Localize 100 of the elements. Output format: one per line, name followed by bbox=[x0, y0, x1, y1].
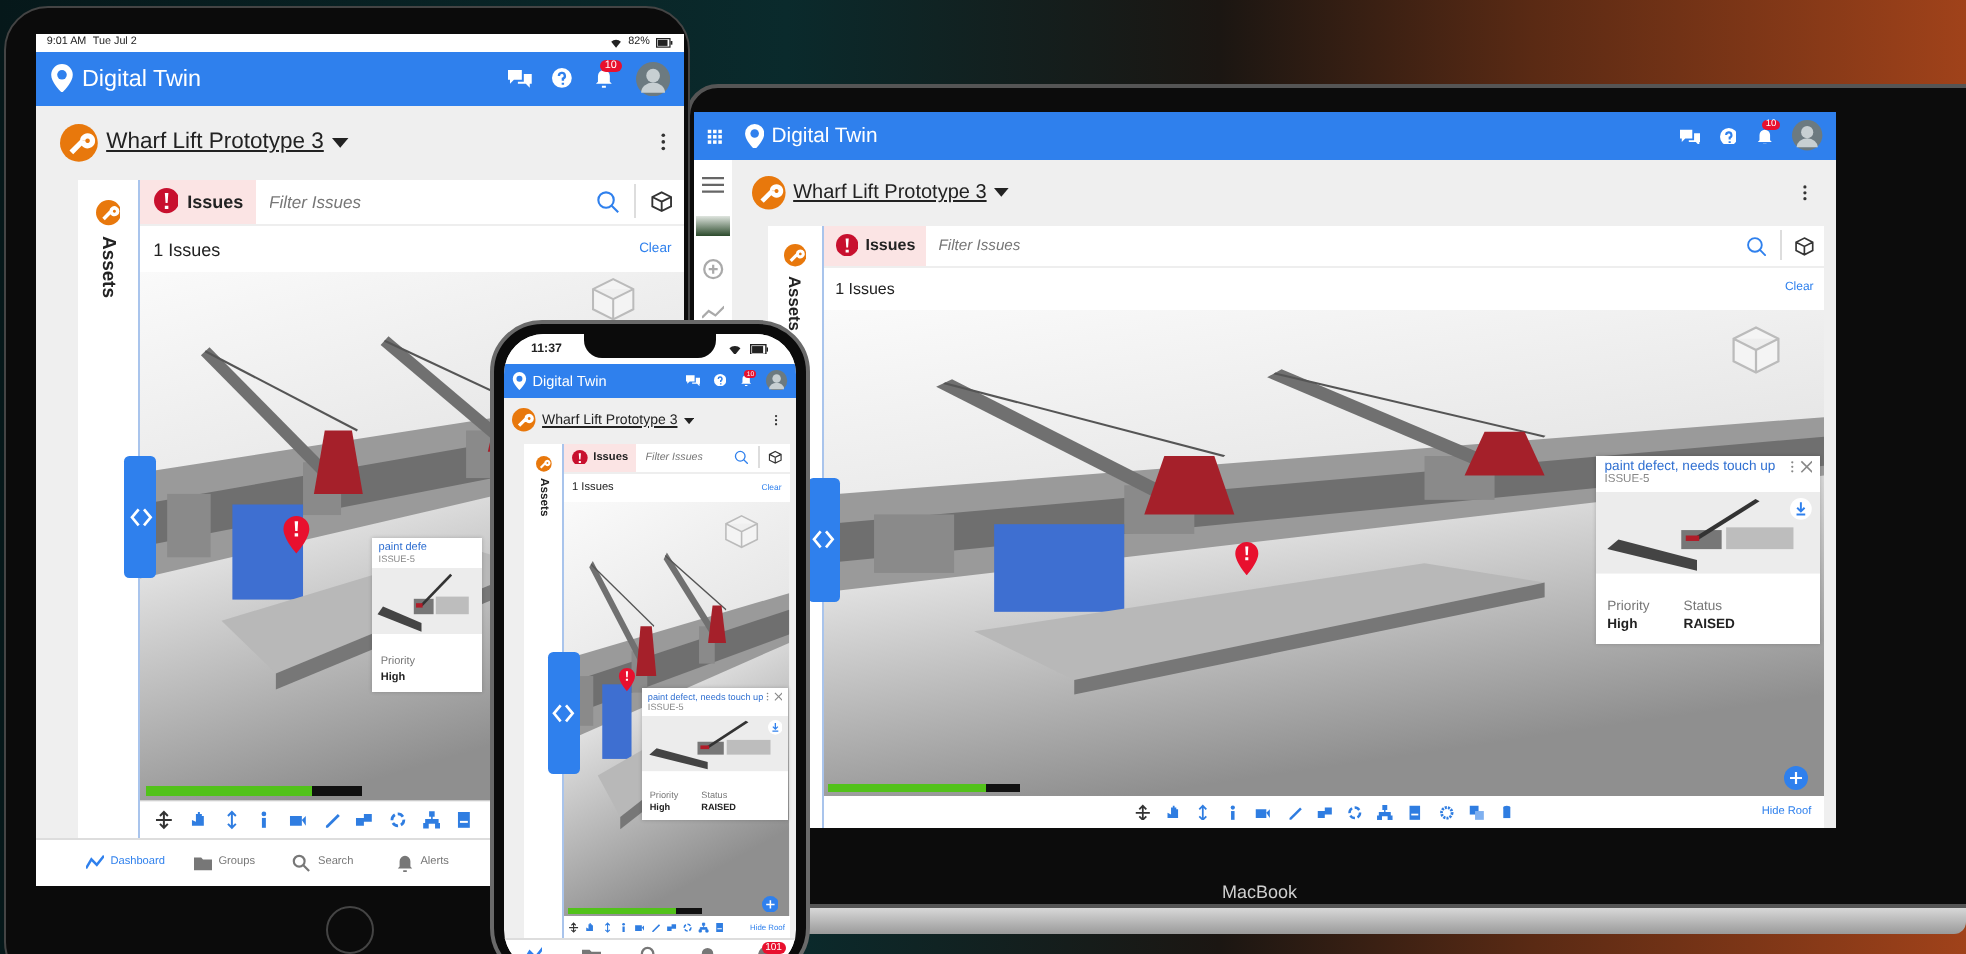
wrench-icon bbox=[59, 123, 98, 162]
wrench-icon bbox=[783, 244, 806, 268]
rotate-icon[interactable] bbox=[1345, 803, 1364, 821]
bell-icon[interactable] bbox=[594, 68, 614, 89]
alert-icon bbox=[153, 188, 179, 215]
vertical-arrows-icon[interactable] bbox=[221, 809, 242, 830]
gear-icon[interactable] bbox=[1437, 803, 1455, 821]
chat-icon[interactable] bbox=[686, 374, 701, 387]
layers-icon[interactable] bbox=[1467, 803, 1486, 821]
kebab-menu-icon[interactable] bbox=[659, 132, 666, 153]
rotate-icon[interactable] bbox=[387, 809, 408, 830]
cube-icon[interactable] bbox=[649, 189, 674, 214]
user-avatar[interactable] bbox=[635, 61, 670, 96]
project-title[interactable]: Wharf Lift Prototype 3 bbox=[106, 130, 324, 155]
model-thumbnail[interactable] bbox=[695, 216, 731, 236]
cubes-icon[interactable] bbox=[666, 922, 678, 934]
document-icon[interactable] bbox=[714, 922, 726, 934]
laptop-brand-label: MacBook bbox=[1222, 882, 1298, 902]
chat-icon[interactable] bbox=[507, 68, 532, 89]
bell-icon[interactable] bbox=[1756, 127, 1774, 145]
phone-notch bbox=[584, 334, 716, 358]
wrench-icon bbox=[535, 456, 551, 473]
camera-icon[interactable] bbox=[1254, 803, 1273, 821]
panel-toggle-button[interactable] bbox=[548, 651, 581, 774]
chat-icon[interactable] bbox=[1679, 127, 1701, 145]
plus-circle-icon[interactable] bbox=[702, 257, 725, 281]
alert-icon bbox=[572, 449, 588, 465]
hand-icon[interactable] bbox=[584, 922, 597, 934]
caret-icon[interactable] bbox=[994, 188, 1010, 198]
wifi-icon bbox=[609, 37, 622, 48]
crane-drawing bbox=[588, 562, 657, 677]
add-button[interactable] bbox=[1784, 765, 1809, 790]
issues-tab[interactable]: Issues bbox=[140, 179, 256, 225]
caret-icon[interactable] bbox=[683, 417, 694, 424]
vertical-arrows-icon[interactable] bbox=[601, 922, 613, 934]
wrench-icon bbox=[512, 408, 537, 432]
issue-count: 1 Issues bbox=[153, 239, 221, 260]
highlighted-frame[interactable] bbox=[232, 505, 304, 601]
panel-label[interactable]: Assets bbox=[784, 276, 805, 332]
pencil-icon[interactable] bbox=[321, 809, 342, 830]
caret-icon[interactable] bbox=[332, 137, 350, 148]
panel-label[interactable]: Assets bbox=[96, 236, 119, 299]
move-arrows-icon[interactable] bbox=[568, 922, 580, 934]
cubes-icon[interactable] bbox=[1315, 803, 1334, 821]
hierarchy-icon[interactable] bbox=[1376, 803, 1394, 821]
apps-grid-icon[interactable] bbox=[706, 127, 725, 145]
issue-thumbnail-drawing bbox=[372, 567, 482, 634]
hierarchy-icon[interactable] bbox=[698, 922, 710, 934]
search-icon[interactable] bbox=[733, 449, 749, 465]
close-icon[interactable] bbox=[1799, 460, 1813, 475]
help-icon[interactable] bbox=[552, 68, 573, 89]
search-icon[interactable] bbox=[595, 189, 620, 214]
map-pin-logo-icon bbox=[743, 123, 765, 149]
issues-tab[interactable]: Issues bbox=[823, 225, 927, 266]
document-icon[interactable] bbox=[1406, 803, 1425, 821]
cylinder-icon[interactable] bbox=[1497, 803, 1516, 821]
filter-input[interactable]: Filter Issues bbox=[265, 189, 587, 214]
folder-icon bbox=[193, 853, 212, 872]
document-icon[interactable] bbox=[454, 809, 475, 830]
user-avatar[interactable] bbox=[765, 369, 788, 391]
download-icon[interactable] bbox=[1790, 498, 1813, 521]
help-icon[interactable] bbox=[714, 374, 727, 387]
hand-icon[interactable] bbox=[1163, 803, 1182, 821]
help-icon[interactable] bbox=[1719, 127, 1737, 145]
add-button[interactable] bbox=[761, 895, 779, 913]
menu-icon[interactable] bbox=[702, 176, 725, 194]
hierarchy-icon[interactable] bbox=[421, 809, 441, 830]
alert-pin-icon[interactable] bbox=[281, 515, 311, 554]
wrench-icon bbox=[751, 176, 786, 210]
close-icon[interactable] bbox=[773, 692, 783, 702]
alert-pin-icon[interactable] bbox=[1234, 542, 1260, 577]
crane-drawing bbox=[662, 554, 727, 644]
panel-toggle-button[interactable] bbox=[124, 455, 157, 579]
map-pin-logo-icon bbox=[50, 63, 75, 93]
cube-icon[interactable] bbox=[1794, 235, 1816, 256]
orientation-cube-icon[interactable] bbox=[588, 274, 639, 325]
pencil-icon[interactable] bbox=[649, 922, 661, 934]
chart-icon bbox=[85, 853, 104, 872]
kebab-menu-icon[interactable] bbox=[1802, 184, 1809, 202]
code-brackets-icon bbox=[127, 503, 154, 531]
cubes-icon[interactable] bbox=[354, 809, 375, 830]
person-icon[interactable] bbox=[617, 922, 629, 934]
move-arrows-icon[interactable] bbox=[154, 809, 175, 830]
pencil-icon[interactable] bbox=[1285, 803, 1303, 821]
hand-icon[interactable] bbox=[188, 809, 208, 830]
project-title[interactable]: Wharf Lift Prototype 3 bbox=[793, 181, 987, 204]
alert-icon bbox=[835, 234, 858, 257]
user-avatar[interactable] bbox=[1792, 120, 1824, 152]
code-brackets-icon bbox=[550, 699, 578, 726]
code-brackets-icon bbox=[810, 526, 838, 554]
search-icon[interactable] bbox=[1746, 235, 1767, 256]
alert-pin-icon[interactable] bbox=[618, 667, 637, 692]
home-button[interactable] bbox=[326, 906, 374, 954]
download-icon[interactable] bbox=[768, 720, 783, 736]
move-arrows-icon[interactable] bbox=[1133, 803, 1151, 821]
rotate-icon[interactable] bbox=[682, 922, 694, 934]
cube-icon[interactable] bbox=[768, 449, 783, 465]
vertical-arrows-icon[interactable] bbox=[1194, 803, 1212, 821]
wifi-icon bbox=[728, 343, 743, 355]
camera-icon[interactable] bbox=[633, 922, 645, 934]
